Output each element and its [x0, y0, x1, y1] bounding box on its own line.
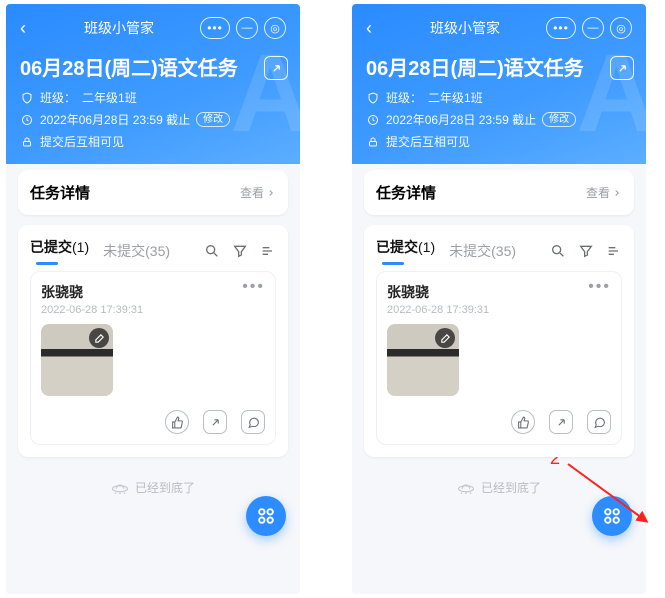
ufo-icon [457, 481, 475, 495]
target-icon[interactable]: ◎ [264, 17, 286, 39]
page-title: 06月28日(周二)语文任务 [20, 52, 286, 81]
phone-screen-right: A ‹ 班级小管家 ••• — ◎ 06月28日(周二)语文任务 班级：二年级1… [352, 4, 646, 594]
sort-icon[interactable] [606, 243, 622, 259]
lock-icon [366, 135, 380, 149]
filter-icon[interactable] [232, 243, 248, 259]
tab-unsubmitted[interactable]: 未提交(35) [103, 241, 170, 261]
bottom-text: 已经到底了 [18, 479, 288, 496]
app-title: 班级小管家 [384, 18, 546, 38]
target-icon[interactable]: ◎ [610, 17, 632, 39]
entry-name: 张骁骁 [41, 282, 265, 302]
lock-icon [20, 135, 34, 149]
entry-more-icon[interactable]: ••• [588, 282, 611, 292]
back-icon[interactable]: ‹ [366, 18, 384, 39]
share-button[interactable] [610, 56, 634, 80]
details-title: 任务详情 [376, 182, 436, 203]
clock-icon [20, 113, 34, 127]
back-icon[interactable]: ‹ [20, 18, 38, 39]
ufo-icon [111, 481, 129, 495]
meta-class: 班级：二年级1班 [366, 89, 632, 106]
like-button[interactable] [165, 410, 189, 434]
minimize-icon[interactable]: — [582, 17, 604, 39]
modify-chip[interactable]: 修改 [196, 112, 230, 127]
entry-thumbnail[interactable] [41, 324, 113, 396]
meta-class: 班级：二年级1班 [20, 89, 286, 106]
entry-more-icon[interactable]: ••• [242, 282, 265, 292]
fab-button[interactable] [246, 496, 286, 536]
meta-visibility: 提交后互相可见 [20, 133, 286, 150]
modify-chip[interactable]: 修改 [542, 112, 576, 127]
more-icon[interactable]: ••• [546, 17, 576, 39]
share-button[interactable] [264, 56, 288, 80]
search-icon[interactable] [550, 243, 566, 259]
comment-button[interactable] [587, 410, 611, 434]
header: A ‹ 班级小管家 ••• — ◎ 06月28日(周二)语文任务 班级：二年级1… [352, 4, 646, 164]
bottom-text: 已经到底了 [364, 479, 634, 496]
tab-submitted[interactable]: 已提交(1) [30, 237, 89, 265]
share-action-button[interactable] [203, 410, 227, 434]
minimize-icon[interactable]: — [236, 17, 258, 39]
more-icon[interactable]: ••• [200, 17, 230, 39]
submission-entry: ••• 张骁骁 2022-06-28 17:39:31 [30, 271, 276, 445]
details-title: 任务详情 [30, 182, 90, 203]
meta-deadline: 2022年06月28日 23:59 截止 修改 [20, 111, 286, 128]
entry-name: 张骁骁 [387, 282, 611, 302]
meta-visibility: 提交后互相可见 [366, 133, 632, 150]
app-title: 班级小管家 [38, 18, 200, 38]
header: A ‹ 班级小管家 ••• — ◎ 06月28日(周二)语文任务 班级：二年级1… [6, 4, 300, 164]
phone-screen-left: A ‹ 班级小管家 ••• — ◎ 06月28日(周二)语文任务 班级：二年级1… [6, 4, 300, 594]
shield-icon [20, 91, 34, 105]
search-icon[interactable] [204, 243, 220, 259]
page-title: 06月28日(周二)语文任务 [366, 52, 632, 81]
submissions-card: 已提交(1) 未提交(35) ••• 张骁骁 2022-06-28 17:39:… [364, 225, 634, 457]
comment-button[interactable] [241, 410, 265, 434]
edit-badge[interactable] [435, 328, 455, 348]
share-action-button[interactable] [549, 410, 573, 434]
task-details-card[interactable]: 任务详情 查看 [364, 170, 634, 215]
tab-unsubmitted[interactable]: 未提交(35) [449, 241, 516, 261]
view-link[interactable]: 查看 [586, 184, 622, 201]
view-link[interactable]: 查看 [240, 184, 276, 201]
submissions-card: 已提交(1) 未提交(35) ••• 张骁骁 2022-06-28 17:39:… [18, 225, 288, 457]
tab-submitted[interactable]: 已提交(1) [376, 237, 435, 265]
edit-badge[interactable] [89, 328, 109, 348]
fab-button[interactable] [592, 496, 632, 536]
like-button[interactable] [511, 410, 535, 434]
entry-timestamp: 2022-06-28 17:39:31 [387, 304, 611, 316]
shield-icon [366, 91, 380, 105]
filter-icon[interactable] [578, 243, 594, 259]
entry-timestamp: 2022-06-28 17:39:31 [41, 304, 265, 316]
task-details-card[interactable]: 任务详情 查看 [18, 170, 288, 215]
submission-entry: ••• 张骁骁 2022-06-28 17:39:31 [376, 271, 622, 445]
clock-icon [366, 113, 380, 127]
sort-icon[interactable] [260, 243, 276, 259]
entry-thumbnail[interactable] [387, 324, 459, 396]
meta-deadline: 2022年06月28日 23:59 截止 修改 [366, 111, 632, 128]
